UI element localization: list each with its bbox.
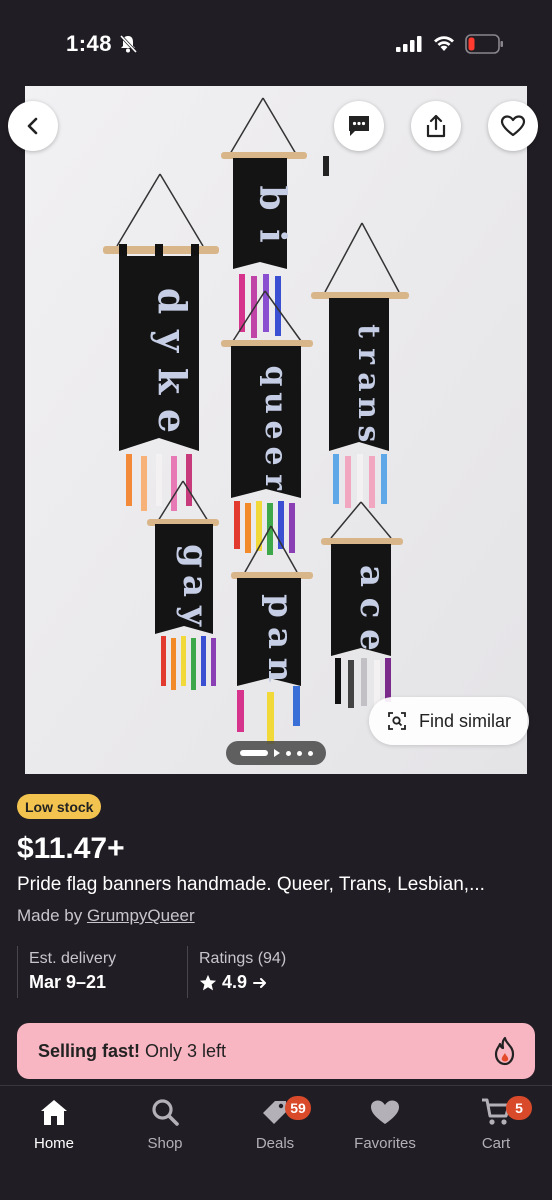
svg-text:g: g xyxy=(175,544,215,568)
back-button[interactable] xyxy=(8,101,58,151)
image-pager[interactable] xyxy=(226,741,326,765)
find-similar-button[interactable]: Find similar xyxy=(369,697,529,745)
tab-deals-label: Deals xyxy=(255,1135,295,1152)
tab-home-label: Home xyxy=(33,1135,74,1152)
svg-text:a: a xyxy=(175,575,215,597)
svg-text:i: i xyxy=(251,229,293,243)
favorite-button[interactable] xyxy=(488,101,538,151)
svg-text:p: p xyxy=(260,594,300,618)
pager-dot xyxy=(307,750,313,756)
tab-shop-label: Shop xyxy=(147,1135,183,1152)
tab-favorites[interactable]: Favorites xyxy=(345,1094,425,1152)
svg-text:e: e xyxy=(150,409,195,433)
tab-cart[interactable]: 5 Cart xyxy=(456,1094,536,1152)
delivery-info: Est. delivery Mar 9–21 xyxy=(17,946,185,998)
heart-icon xyxy=(371,1100,399,1124)
selling-fast-banner: Selling fast! Only 3 left xyxy=(17,1023,535,1079)
svg-text:t: t xyxy=(351,324,386,338)
message-button[interactable] xyxy=(334,101,384,151)
selling-fast-rest: Only 3 left xyxy=(145,1040,227,1061)
heart-outline-icon xyxy=(500,115,526,137)
tab-deals[interactable]: 59 Deals xyxy=(235,1094,315,1152)
svg-text:n: n xyxy=(260,658,300,683)
share-button[interactable] xyxy=(411,101,461,151)
rating-value-row: 4.9 xyxy=(199,972,387,993)
visual-search-icon xyxy=(388,712,406,730)
svg-text:r: r xyxy=(258,474,293,491)
product-title[interactable]: Pride flag banners handmade. Queer, Tran… xyxy=(17,874,537,896)
svg-text:e: e xyxy=(258,420,293,439)
svg-text:q: q xyxy=(258,366,293,387)
svg-text:b: b xyxy=(251,185,293,210)
pager-active-dot xyxy=(239,750,268,756)
svg-text:r: r xyxy=(351,348,386,365)
search-icon xyxy=(152,1099,179,1126)
svg-text:y: y xyxy=(150,329,195,353)
svg-text:s: s xyxy=(351,426,386,443)
made-by-prefix: Made by xyxy=(17,906,87,925)
bottom-tab-bar: Home Shop 59 Deals Favorites 5 Cart xyxy=(0,1085,552,1200)
svg-text:u: u xyxy=(258,392,293,414)
cellular-signal-icon xyxy=(396,36,422,52)
home-icon xyxy=(41,1100,67,1125)
selling-fast-bold: Selling fast! xyxy=(38,1040,141,1061)
chat-bubble-icon xyxy=(349,116,369,136)
tab-favorites-label: Favorites xyxy=(354,1135,416,1152)
find-similar-label: Find similar xyxy=(419,710,512,731)
cart-count-badge: 5 xyxy=(506,1096,532,1120)
pride-banners-photo: d y k e b i t r a n s q u e e r g a y p … xyxy=(25,86,527,774)
tab-cart-label: Cart xyxy=(481,1135,511,1152)
deals-count-badge: 59 xyxy=(285,1096,311,1120)
info-row: Est. delivery Mar 9–21 Ratings (94) 4.9 xyxy=(17,946,537,998)
svg-text:e: e xyxy=(258,446,293,465)
wifi-icon xyxy=(434,36,454,51)
arrow-right-icon xyxy=(253,977,267,988)
svg-text:e: e xyxy=(352,629,392,651)
delivery-value: Mar 9–21 xyxy=(29,972,107,992)
play-icon xyxy=(273,749,280,757)
fire-icon xyxy=(494,1036,515,1066)
product-image[interactable]: d y k e b i t r a n s q u e e r g a y p … xyxy=(25,86,527,774)
svg-text:d: d xyxy=(150,288,195,315)
delivery-label: Est. delivery xyxy=(29,950,117,967)
status-bar: 1:48 xyxy=(0,0,552,84)
battery-low-icon xyxy=(465,34,503,54)
chevron-left-icon xyxy=(27,117,38,135)
product-price: $11.47+ xyxy=(17,832,125,865)
svg-text:k: k xyxy=(150,368,195,395)
svg-text:c: c xyxy=(352,598,392,619)
svg-text:a: a xyxy=(352,565,392,587)
rating-value: 4.9 xyxy=(222,972,248,992)
share-icon xyxy=(426,114,446,138)
svg-text:a: a xyxy=(260,627,300,649)
svg-text:n: n xyxy=(351,397,386,419)
tab-shop[interactable]: Shop xyxy=(125,1094,205,1152)
status-time: 1:48 xyxy=(66,31,113,56)
svg-text:a: a xyxy=(351,372,386,391)
svg-text:y: y xyxy=(175,605,215,627)
ratings-info[interactable]: Ratings (94) 4.9 xyxy=(187,946,387,998)
made-by: Made by GrumpyQueer xyxy=(17,906,195,926)
bell-off-icon xyxy=(119,34,138,54)
shop-link[interactable]: GrumpyQueer xyxy=(87,906,195,925)
pager-dot xyxy=(296,750,302,756)
ratings-label: Ratings (94) xyxy=(199,950,287,967)
star-icon xyxy=(199,974,217,990)
low-stock-badge: Low stock xyxy=(17,794,102,819)
pager-dot xyxy=(285,750,291,756)
tab-home[interactable]: Home xyxy=(14,1094,94,1152)
